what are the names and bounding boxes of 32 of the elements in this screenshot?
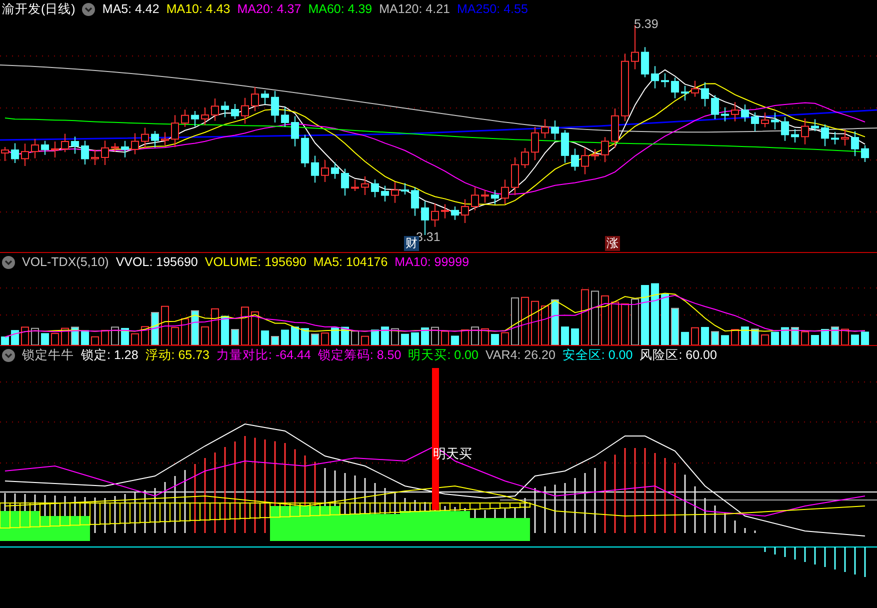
indicator-value: 风险区: 60.00 <box>640 347 717 363</box>
chart-title: 渝开发(日线) <box>2 1 76 17</box>
indicator-value: VAR4: 26.20 <box>485 347 556 363</box>
indicator-value: 安全区: 0.00 <box>562 347 633 363</box>
indicator-name: 锁定牛牛 <box>22 347 74 363</box>
high-price-label: 5.39 <box>634 17 658 31</box>
dropdown-icon[interactable] <box>2 256 15 268</box>
indicator-value: 力量对比: -64.44 <box>216 347 311 363</box>
buy-signal-label: 明天买 <box>433 447 472 461</box>
dropdown-icon[interactable] <box>2 348 15 362</box>
indicator-value: MA250: 4.55 <box>457 1 528 17</box>
histogram-block <box>270 506 340 541</box>
indicator-value: MA60: 4.39 <box>308 1 372 17</box>
histogram-block <box>470 518 530 541</box>
indicator-value: MA20: 4.37 <box>237 1 302 17</box>
indicator-value: MA120: 4.21 <box>379 1 450 17</box>
indicator-value: MA10: 4.43 <box>166 1 230 17</box>
indicator-value: MA5: 104176 <box>313 254 388 270</box>
indicator-value: 浮动: 65.73 <box>145 347 210 363</box>
event-badge[interactable]: 涨 <box>605 236 620 251</box>
indicator-name: VOL-TDX(5,10) <box>22 254 109 270</box>
event-badge[interactable]: 财 <box>404 236 419 251</box>
indicator-value: VVOL: 195690 <box>116 254 198 270</box>
histogram-block <box>40 516 90 541</box>
indicator-value: 明天买: 0.00 <box>408 347 478 363</box>
indicator-value: MA5: 4.42 <box>102 1 160 17</box>
dropdown-icon[interactable] <box>82 2 96 16</box>
histogram-block <box>0 511 40 541</box>
indicator-value: 锁定筹码: 8.50 <box>318 347 402 363</box>
indicator-value: 锁定: 1.28 <box>81 347 138 363</box>
indicator-value: MA10: 99999 <box>394 254 470 270</box>
indicator-value: VOLUME: 195690 <box>204 254 306 270</box>
